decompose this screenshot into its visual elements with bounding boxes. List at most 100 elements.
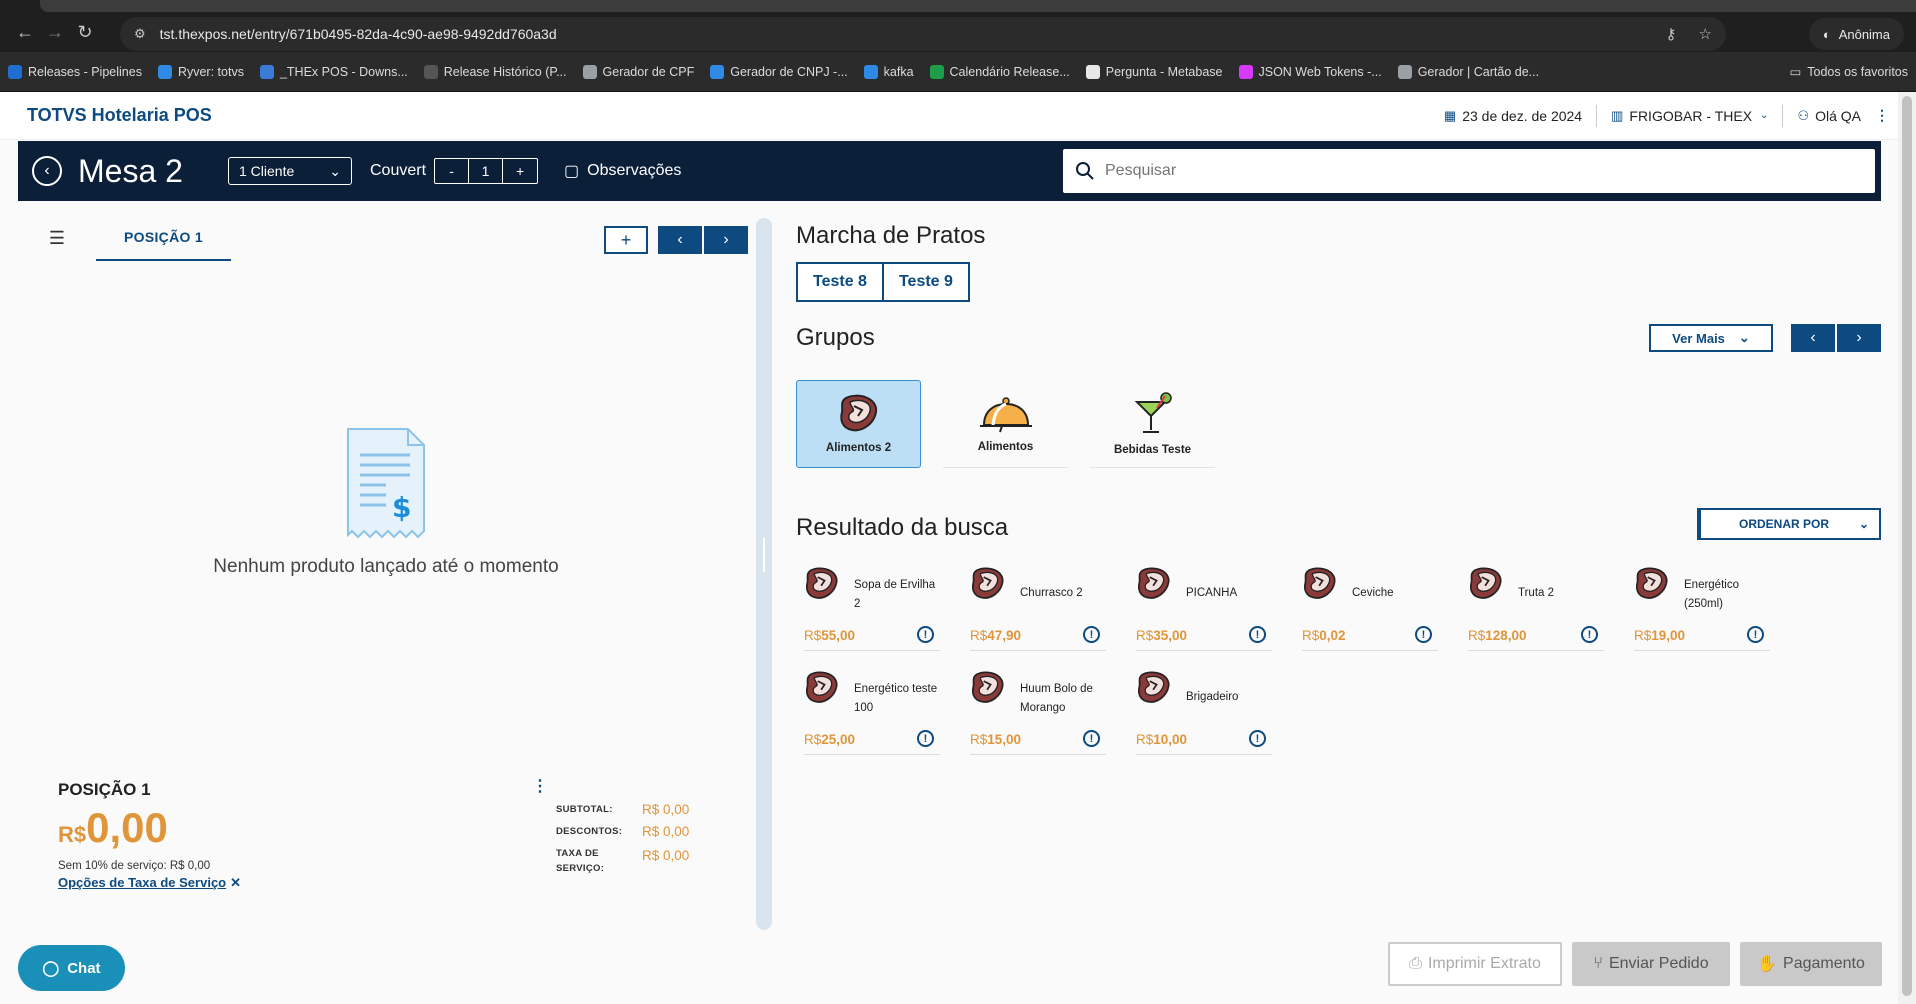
next-position-button[interactable]: › xyxy=(704,226,748,254)
total-currency: R$ xyxy=(58,822,87,847)
send-order-button[interactable]: ⑂ Enviar Pedido xyxy=(1572,942,1730,986)
steak-icon xyxy=(804,566,840,607)
product-price: R$0,02 xyxy=(1302,628,1346,643)
bookmark-item[interactable]: JSON Web Tokens -... xyxy=(1238,64,1382,79)
all-bookmarks[interactable]: ▭ Todos os favoritos xyxy=(1789,64,1908,80)
chevron-down-icon: ⌄ xyxy=(1858,517,1869,531)
catalog-panel: Marcha de Pratos Teste 8 Teste 9 Grupos … xyxy=(796,222,1881,942)
info-icon[interactable]: ! xyxy=(1415,626,1432,643)
key-icon[interactable]: ⚷ xyxy=(1666,25,1677,43)
print-statement-button[interactable]: ⎙ Imprimir Extrato xyxy=(1388,942,1562,986)
service-fee-label: TAXA DE SERVIÇO: xyxy=(556,848,605,874)
product-card[interactable]: Truta 2 R$128,00! xyxy=(1460,562,1626,666)
bookmark-label: kafka xyxy=(883,64,914,79)
bookmark-item[interactable]: Releases - Pipelines xyxy=(8,64,142,79)
bookmark-item[interactable]: Ryver: totvs xyxy=(157,64,244,79)
marcha-item[interactable]: Teste 8 xyxy=(796,262,884,302)
close-icon[interactable]: ✕ xyxy=(230,875,241,890)
panel-resizer[interactable] xyxy=(756,218,772,930)
bookmark-label: Gerador de CPF xyxy=(602,64,695,79)
order-by-button[interactable]: ORDENAR POR ⌄ xyxy=(1697,508,1881,540)
product-card[interactable]: Energético (250ml) R$19,00! xyxy=(1626,562,1792,666)
site-settings-icon[interactable]: ⚙ xyxy=(134,26,146,42)
group-bebidas-teste[interactable]: Bebidas Teste xyxy=(1090,380,1215,468)
bookmark-favicon-icon xyxy=(423,64,438,79)
group-alimentos[interactable]: Alimentos xyxy=(943,380,1068,468)
subtotal-label: SUBTOTAL: xyxy=(556,804,613,815)
prev-position-button[interactable]: ‹ xyxy=(658,226,702,254)
info-icon[interactable]: ! xyxy=(917,626,934,643)
prev-groups-button[interactable]: ‹ xyxy=(1791,324,1835,352)
bookmark-item[interactable]: _THEx POS - Downs... xyxy=(259,64,408,79)
info-icon[interactable]: ! xyxy=(1249,626,1266,643)
product-card[interactable]: PICANHA R$35,00! xyxy=(1128,562,1294,666)
user-greeting[interactable]: Olá QA xyxy=(1815,108,1861,124)
info-icon[interactable]: ! xyxy=(1581,626,1598,643)
chevron-down-icon[interactable]: ⌄ xyxy=(1760,110,1768,121)
summary-title: POSIÇÃO 1 xyxy=(58,780,151,799)
bookmark-item[interactable]: Calendário Release... xyxy=(929,64,1070,79)
divider xyxy=(804,754,940,755)
summary-menu-icon[interactable]: ⋮ xyxy=(532,776,548,796)
couvert-minus-button[interactable]: - xyxy=(435,159,470,183)
building-icon: ▥ xyxy=(1611,107,1624,123)
add-position-button[interactable]: + xyxy=(604,226,648,254)
product-card[interactable]: Energético teste 100 R$25,00! xyxy=(796,666,962,770)
svg-text:$: $ xyxy=(392,491,411,524)
marcha-item[interactable]: Teste 9 xyxy=(883,262,970,302)
current-date: 23 de dez. de 2024 xyxy=(1462,107,1583,124)
info-icon[interactable]: ! xyxy=(1083,730,1100,747)
couvert-value[interactable]: 1 xyxy=(469,159,504,183)
tab-strip xyxy=(0,0,1916,12)
see-more-button[interactable]: Ver Mais ⌄ xyxy=(1649,324,1773,352)
back-button[interactable]: ‹ xyxy=(32,156,62,186)
chat-button[interactable]: ◯ Chat xyxy=(18,945,125,991)
group-label: Bebidas Teste xyxy=(1113,443,1192,456)
bookmark-item[interactable]: kafka xyxy=(863,64,914,79)
reload-icon[interactable]: ↻ xyxy=(70,17,100,47)
info-icon[interactable]: ! xyxy=(1083,626,1100,643)
next-groups-button[interactable]: › xyxy=(1837,324,1881,352)
product-price: R$47,90 xyxy=(970,628,1021,643)
forward-arrow-icon[interactable]: → xyxy=(40,17,70,47)
page-scrollbar[interactable] xyxy=(1898,92,1916,1004)
product-card[interactable]: Ceviche R$0,02! xyxy=(1294,562,1460,666)
payment-button[interactable]: ✋ Pagamento xyxy=(1740,942,1882,986)
location-selector[interactable]: FRIGOBAR - THEX xyxy=(1629,108,1752,124)
info-icon[interactable]: ! xyxy=(1249,730,1266,747)
incognito-profile-button[interactable]: ◐ Anônima xyxy=(1808,18,1904,50)
receipt-list-icon[interactable]: ☰ xyxy=(36,228,78,249)
cutlery-icon: ⑂ xyxy=(1593,955,1603,972)
bookmark-item[interactable]: Gerador | Cartão de... xyxy=(1397,64,1539,79)
star-icon[interactable]: ☆ xyxy=(1699,25,1712,43)
price-currency: R$ xyxy=(1634,628,1652,643)
bookmark-label: Pergunta - Metabase xyxy=(1105,64,1223,79)
address-bar[interactable]: ⚙ tst.thexpos.net/entry/671b0495-82da-4c… xyxy=(120,17,1726,51)
bookmark-item[interactable]: Release Histórico (P... xyxy=(423,64,567,79)
product-card[interactable]: Brigadeiro R$10,00! xyxy=(1128,666,1294,770)
group-label: Alimentos xyxy=(977,440,1034,453)
product-card[interactable]: Huum Bolo de Morango R$15,00! xyxy=(962,666,1128,770)
clients-select[interactable]: 1 Cliente ⌄ xyxy=(228,157,352,185)
info-icon[interactable]: ! xyxy=(917,730,934,747)
bookmark-label: Release Histórico (P... xyxy=(443,64,567,79)
product-card[interactable]: Churrasco 2 R$47,90! xyxy=(962,562,1128,666)
info-icon[interactable]: ! xyxy=(1747,626,1764,643)
resizer-handle[interactable] xyxy=(763,538,765,572)
group-alimentos-2[interactable]: Alimentos 2 xyxy=(796,380,921,468)
bookmark-item[interactable]: Gerador de CNPJ -... xyxy=(710,64,848,79)
service-options-link[interactable]: Opções de Taxa de Serviço xyxy=(58,875,226,890)
back-arrow-icon[interactable]: ← xyxy=(10,17,40,47)
active-tab[interactable] xyxy=(40,0,1916,12)
observations-button[interactable]: ▢ Observações xyxy=(564,161,681,181)
search-input[interactable] xyxy=(1105,162,1805,180)
couvert-plus-button[interactable]: + xyxy=(503,159,537,183)
receipt-icon: $ xyxy=(347,428,425,539)
tab-position-1[interactable]: POSIÇÃO 1 xyxy=(96,215,231,261)
bookmark-item[interactable]: Gerador de CPF xyxy=(582,64,695,79)
product-card[interactable]: Sopa de Ervilha 2 R$55,00! xyxy=(796,562,962,666)
more-menu-icon[interactable]: ⋮ xyxy=(1875,107,1889,124)
bookmark-item[interactable]: Pergunta - Metabase xyxy=(1085,64,1223,79)
scrollbar-thumb[interactable] xyxy=(1902,96,1912,996)
couvert-label: Couvert xyxy=(370,162,427,179)
